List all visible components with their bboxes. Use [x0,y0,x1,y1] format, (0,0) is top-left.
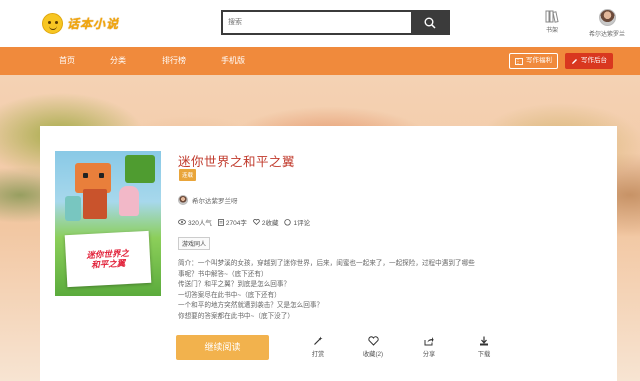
intro-line: 你想要的答案都在此书中~（底下没了） [178,312,294,320]
author-name: 希尔达紫罗兰呀 [192,198,238,205]
comment-icon [284,218,292,225]
nav-item-category[interactable]: 分类 [110,47,126,75]
cover-pink-character [119,186,139,216]
cover-caption-note: 迷你世界之 和平之翼 [64,230,152,288]
intro-line: 一个和平的地方突然就遭到袭击？又是怎么回事？ [178,302,324,309]
eye-icon [178,219,186,225]
writing-benefits-button[interactable]: 写作福利 [509,53,558,69]
intro-line: 事呢？书中解答~（底下还有） [178,270,268,278]
heart-icon [367,336,379,346]
ticket-icon [515,57,523,65]
share-button[interactable]: 分享 [414,336,444,358]
book-title: 迷你世界之和平之翼 [178,155,296,169]
bookshelf-icon [545,10,559,23]
book-cover[interactable]: 迷你世界之 和平之翼 [55,151,161,296]
comments-stat: 1评论 [284,217,310,227]
site-logo[interactable]: 话本小说 [42,12,119,34]
download-button[interactable]: 下载 [469,336,499,358]
heart-icon [253,219,260,225]
magic-wand-icon [314,336,323,345]
word-count-value: 2704字 [225,220,247,227]
share-icon [424,337,434,346]
intro-line: 简介：一个叫梦溪的女孩，穿越到了迷你世界，后来，闺蜜也一起来了，一起探险，过程中… [178,260,475,267]
popularity-stat: 320人气 [178,217,212,227]
pen-icon [572,58,577,64]
writing-backend-button[interactable]: 写作后台 [565,53,613,69]
intro-line: 一切答案尽在此书中~（底下还有） [178,291,281,299]
popularity-value: 320人气 [188,220,212,227]
download-icon [480,336,488,346]
reward-label: 打赏 [311,351,325,358]
intro-line: 传送门？和平之翼？到底是怎么回事？ [178,281,291,288]
reward-button[interactable]: 打赏 [303,336,333,358]
collect-label: 收藏(2) [362,351,384,358]
writing-backend-label: 写作后台 [581,57,607,64]
cover-caption-line2: 和平之翼 [91,258,126,270]
comments-value: 1评论 [293,220,311,227]
search-input[interactable] [223,12,413,33]
document-icon [217,218,224,226]
nav-item-mobile[interactable]: 手机版 [221,47,245,75]
cover-tree [125,155,155,183]
search-icon [424,17,436,29]
nav-item-home[interactable]: 首页 [59,47,75,75]
avatar [598,9,616,26]
cover-eye [83,173,88,178]
favorites-stat: 2收藏 [253,217,279,227]
author-avatar [178,195,188,205]
share-label: 分享 [422,351,436,358]
book-detail-card: 迷你世界之 和平之翼 迷你世界之和平之翼 连载 希尔达紫罗兰呀 320人气 27… [40,126,617,381]
collect-button[interactable]: 收藏(2) [358,336,388,358]
username: 希尔达紫罗兰 [588,32,625,38]
continue-reading-button[interactable]: 继续阅读 [176,335,269,360]
genre-tag[interactable]: 游戏同人 [178,237,211,250]
cover-eye [99,173,104,178]
search-button[interactable] [411,12,448,33]
author-info[interactable]: 希尔达紫罗兰呀 [178,195,238,205]
book-stats: 320人气 2704字 2收藏 1评论 [178,217,310,227]
main-nav: 首页 分类 排行榜 手机版 写作福利 写作后台 [0,47,640,75]
nav-item-ranking[interactable]: 排行榜 [162,47,186,75]
download-label: 下载 [477,351,491,358]
top-header: 话本小说 书架 希尔达紫罗兰 [0,0,640,47]
search-box [221,10,450,35]
bookshelf-link[interactable]: 书架 [541,9,563,34]
favorites-value: 2收藏 [261,220,279,227]
logo-emoji-icon [42,12,63,34]
cover-teal-character [65,196,81,221]
book-intro: 简介：一个叫梦溪的女孩，穿越到了迷你世界，后来，闺蜜也一起来了，一起探险，过程中… [178,259,518,322]
word-count-stat: 2704字 [217,217,247,227]
status-badge: 连载 [179,169,197,181]
logo-text: 话本小说 [67,16,120,31]
writing-benefits-label: 写作福利 [526,57,552,64]
cover-character-body [83,189,107,219]
user-menu[interactable]: 希尔达紫罗兰 [587,9,627,38]
bookshelf-label: 书架 [545,28,558,34]
